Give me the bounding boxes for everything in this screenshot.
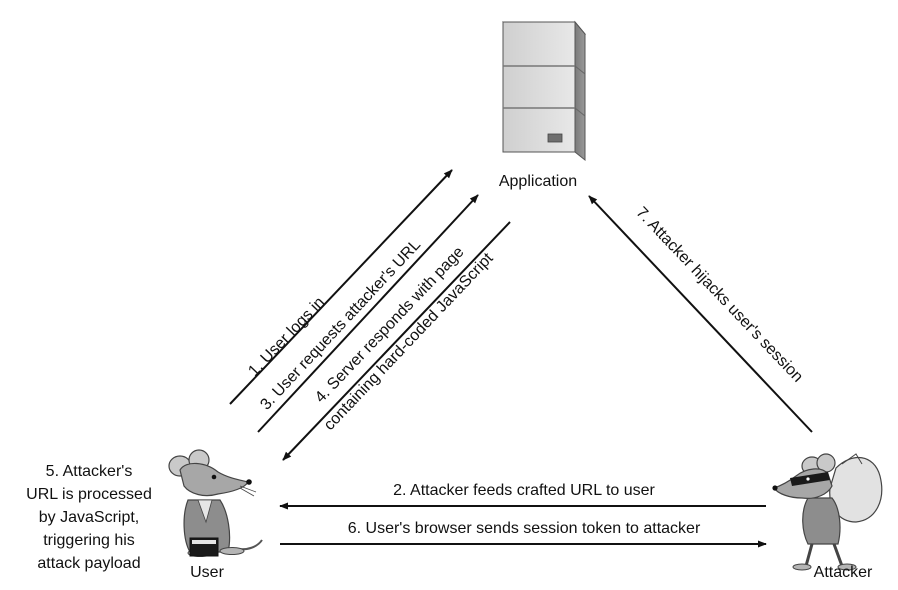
attacker-label: Attacker bbox=[814, 564, 873, 581]
mouse-user-icon bbox=[168, 449, 263, 557]
step-2-label: 2. Attacker feeds crafted URL to user bbox=[393, 482, 655, 499]
step-4-label-line2: containing hard-coded JavaScript bbox=[321, 250, 497, 434]
step-5-line-5: attack payload bbox=[37, 555, 140, 572]
step-6-label: 6. User's browser sends session token to… bbox=[348, 520, 701, 537]
masked-mouse-thief-icon bbox=[772, 453, 883, 571]
step-5-line-3: by JavaScript, bbox=[39, 509, 139, 526]
step-5-note: 5. Attacker's URL is processed by JavaSc… bbox=[26, 463, 152, 572]
user-label: User bbox=[190, 564, 224, 581]
step-5-line-2: URL is processed bbox=[26, 486, 152, 503]
server-tower-icon bbox=[501, 20, 587, 162]
step-5-line-1: 5. Attacker's bbox=[46, 463, 133, 480]
application-label: Application bbox=[499, 173, 577, 190]
diagram-canvas: Application 1. User logs in 3. User requ… bbox=[26, 20, 883, 581]
step-5-line-4: triggering his bbox=[43, 532, 135, 549]
step-7-label: 7. Attacker hijacks user's session bbox=[632, 204, 806, 386]
step-1-label: 1. User logs in bbox=[245, 294, 328, 380]
arrow-step-7 bbox=[588, 195, 813, 433]
